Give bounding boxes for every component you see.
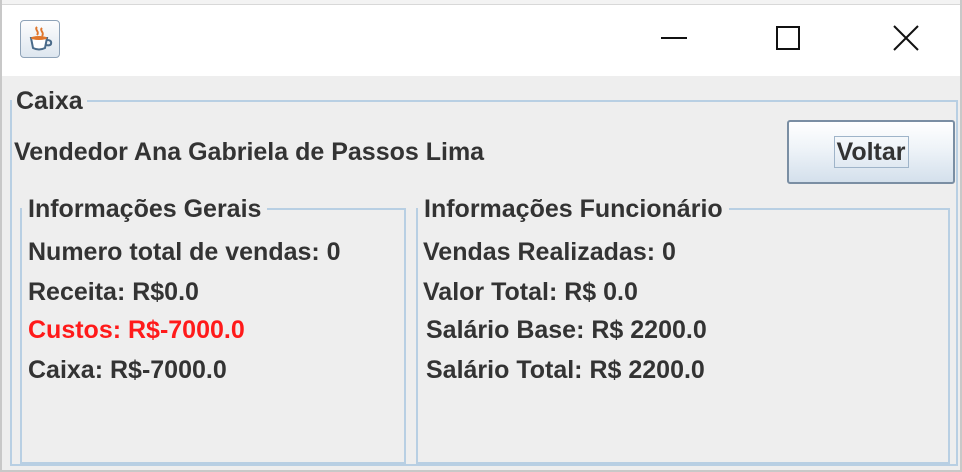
java-cup-icon[interactable]	[20, 20, 60, 58]
maximize-icon	[776, 26, 800, 50]
receita-label: Receita: R$0.0	[28, 278, 199, 306]
maximize-button[interactable]	[758, 14, 818, 62]
caixa-total-label: Caixa: R$-7000.0	[28, 356, 227, 384]
title-bar[interactable]	[2, 0, 960, 76]
salario-base-label: Salário Base: R$ 2200.0	[426, 316, 707, 344]
salario-total-label: Salário Total: R$ 2200.0	[426, 356, 705, 384]
caixa-legend: Caixa	[16, 87, 83, 115]
vendedor-label: Vendedor Ana Gabriela de Passos Lima	[14, 138, 485, 166]
informacoes-gerais-legend: Informações Gerais	[28, 195, 262, 223]
minimize-button[interactable]	[644, 14, 704, 62]
content-area: Caixa Vendedor Ana Gabriela de Passos Li…	[2, 76, 960, 472]
voltar-button-label: Voltar	[833, 136, 909, 168]
title-bar-strip	[2, 0, 960, 5]
close-icon	[893, 25, 919, 51]
custos-label: Custos: R$-7000.0	[28, 316, 245, 344]
vendas-realizadas-label: Vendas Realizadas: 0	[423, 238, 676, 266]
valor-total-label: Valor Total: R$ 0.0	[423, 278, 638, 306]
informacoes-funcionario-legend: Informações Funcionário	[424, 195, 723, 223]
app-window: Caixa Vendedor Ana Gabriela de Passos Li…	[0, 0, 962, 472]
total-vendas-label: Numero total de vendas: 0	[28, 238, 341, 266]
voltar-button[interactable]: Voltar	[787, 120, 955, 184]
close-button[interactable]	[876, 14, 936, 62]
minimize-icon	[661, 37, 687, 39]
